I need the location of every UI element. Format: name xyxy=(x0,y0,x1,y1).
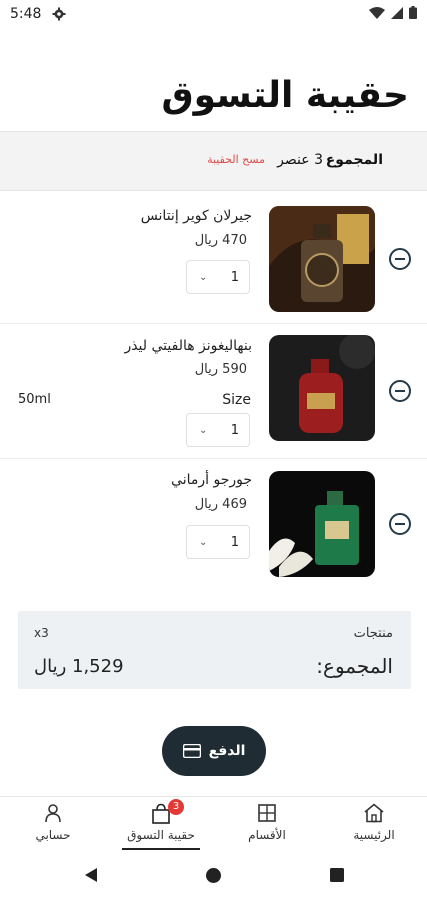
size-label: Size xyxy=(222,392,251,408)
nav-label-categories: الأقسام xyxy=(248,828,286,842)
perfume-bottle-image xyxy=(269,335,375,441)
total-value: 1,529 ريال xyxy=(34,656,124,677)
status-time: 5:48 xyxy=(10,6,42,22)
chevron-down-icon: ⌄ xyxy=(199,424,208,436)
bottom-nav: الرئيسية الأقسام 3 حقيبة التسوق حسابي xyxy=(0,796,427,853)
quantity-value: 1 xyxy=(230,422,239,438)
system-navigation-bar xyxy=(0,852,427,900)
clear-bag-button[interactable]: مسح الحقيبة xyxy=(207,153,265,166)
summary-item-count: 3 عنصر xyxy=(277,152,323,168)
products-label: منتجات xyxy=(353,626,393,641)
quantity-value: 1 xyxy=(230,534,239,550)
nav-item-categories[interactable]: الأقسام xyxy=(222,797,312,853)
perfume-bottle-image xyxy=(269,206,375,312)
perfume-bottle-image xyxy=(269,471,375,577)
credit-card-icon xyxy=(182,744,201,758)
quantity-select[interactable]: ⌄ 1 xyxy=(186,413,250,447)
product-image-penhaligons[interactable] xyxy=(269,335,375,441)
user-icon xyxy=(45,804,61,823)
quantity-value: 1 xyxy=(230,269,239,285)
battery-icon xyxy=(409,6,417,19)
page-title: حقيبة التسوق xyxy=(161,75,409,116)
gear-icon xyxy=(52,7,66,21)
pay-button-label: الدفع xyxy=(208,743,246,759)
product-price: 470 ريال xyxy=(194,233,247,248)
home-icon xyxy=(364,803,384,823)
product-image-guerlain[interactable] xyxy=(269,206,375,312)
nav-item-account[interactable]: حسابي xyxy=(8,797,98,853)
product-price: 590 ريال xyxy=(194,362,247,377)
nav-label-account: حسابي xyxy=(35,828,71,842)
nav-label-shopping-bag: حقيبة التسوق xyxy=(127,828,195,842)
remove-item-button[interactable] xyxy=(389,513,411,535)
remove-item-button[interactable] xyxy=(389,248,411,270)
nav-item-home[interactable]: الرئيسية xyxy=(329,797,419,853)
size-value: 50ml xyxy=(18,392,51,407)
total-label: المجموع: xyxy=(316,654,393,678)
nav-label-home: الرئيسية xyxy=(353,828,395,842)
wifi-icon xyxy=(369,6,385,19)
chevron-down-icon: ⌄ xyxy=(199,536,208,548)
status-icons xyxy=(369,6,417,19)
product-name: جورجو أرماني xyxy=(171,472,252,488)
home-circle-icon[interactable] xyxy=(205,867,222,884)
active-tab-indicator xyxy=(122,848,200,850)
quantity-select[interactable]: ⌄ 1 xyxy=(186,260,250,294)
cart-badge: 3 xyxy=(168,799,184,815)
product-name: جيرلان كوير إنتانس xyxy=(140,208,252,224)
pay-button[interactable]: الدفع xyxy=(162,726,266,776)
nav-item-shopping-bag[interactable]: 3 حقيبة التسوق xyxy=(116,797,206,853)
grid-icon xyxy=(258,804,276,822)
quantity-select[interactable]: ⌄ 1 xyxy=(186,525,250,559)
products-count: x3 xyxy=(34,626,49,640)
recents-icon[interactable] xyxy=(330,868,344,882)
product-image-armani[interactable] xyxy=(269,471,375,577)
back-icon[interactable] xyxy=(83,867,99,883)
chevron-down-icon: ⌄ xyxy=(199,271,208,283)
remove-item-button[interactable] xyxy=(389,380,411,402)
divider xyxy=(0,323,427,324)
divider xyxy=(0,458,427,459)
summary-total-label: المجموع xyxy=(325,152,383,168)
signal-icon xyxy=(391,6,403,19)
product-price: 469 ريال xyxy=(194,497,247,512)
product-name: بنهاليغونز هالفيتي ليذر xyxy=(124,338,252,354)
